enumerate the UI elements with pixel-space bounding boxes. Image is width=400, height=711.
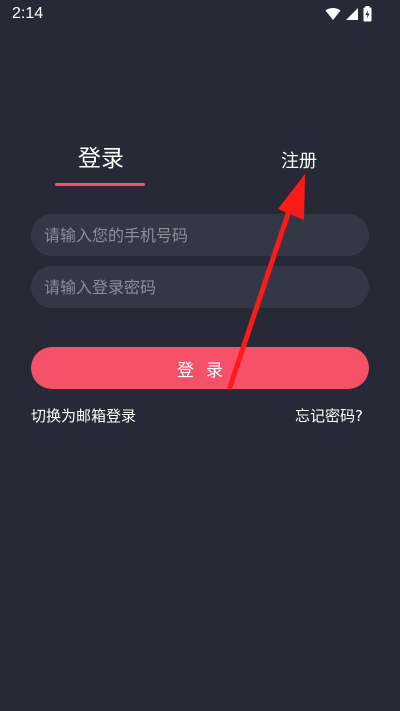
signal-icon	[346, 8, 358, 20]
tab-login-underline	[55, 183, 145, 186]
switch-to-email-link[interactable]: 切换为邮箱登录	[31, 405, 136, 426]
login-button[interactable]: 登录	[31, 347, 369, 389]
status-icons	[325, 5, 372, 23]
phone-input[interactable]	[31, 214, 369, 256]
tab-login[interactable]: 登录	[78, 145, 124, 173]
tab-register[interactable]: 注册	[281, 148, 317, 176]
forgot-password-link[interactable]: 忘记密码?	[295, 405, 363, 426]
battery-icon	[363, 6, 372, 22]
status-bar: 2:14	[0, 0, 400, 28]
status-time: 2:14	[12, 5, 44, 22]
wifi-icon	[325, 8, 341, 20]
password-input[interactable]	[31, 266, 369, 308]
